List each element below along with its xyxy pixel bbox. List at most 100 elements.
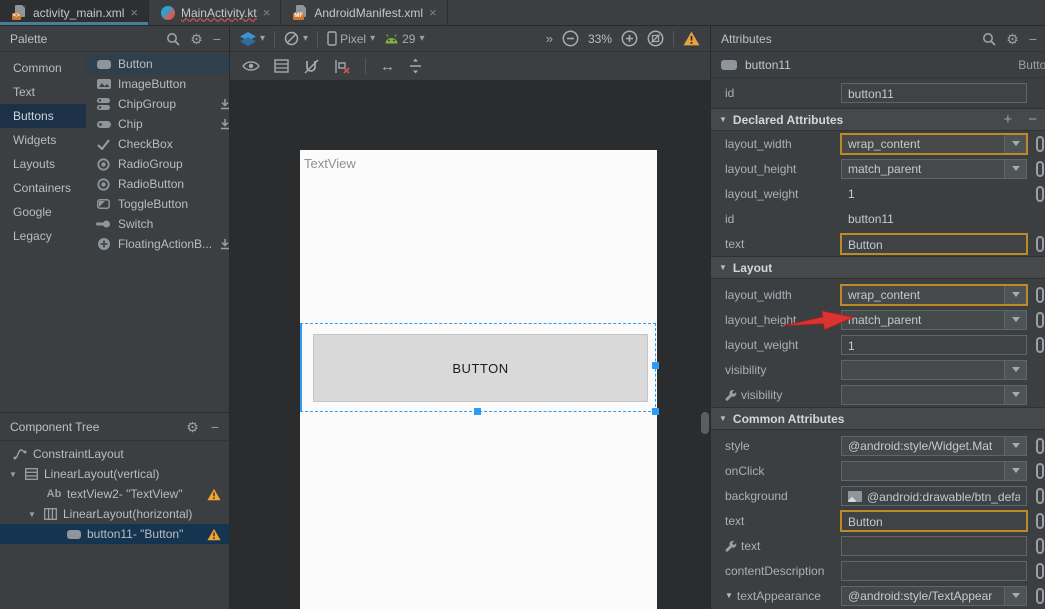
tree-item-linearlayout-vertical[interactable]: ▼ LinearLayout(vertical) <box>0 464 229 484</box>
section-layout[interactable]: ▼ Layout <box>711 256 1045 279</box>
gear-icon[interactable]: ⚙ <box>186 420 199 434</box>
flag-toggle-icon[interactable] <box>1036 287 1044 303</box>
tab-activity-main-xml[interactable]: <> activity_main.xml × <box>0 0 149 25</box>
id-input[interactable]: button11 <box>841 83 1027 103</box>
preview-textview[interactable]: TextView <box>304 156 356 171</box>
section-declared-attributes[interactable]: ▼ Declared Attributes + − <box>711 108 1045 131</box>
flag-toggle-icon[interactable] <box>1036 136 1044 152</box>
expand-arrow-icon[interactable]: ▼ <box>8 470 18 479</box>
add-attribute-icon[interactable]: + <box>1003 111 1012 128</box>
collapse-icon[interactable]: ▼ <box>719 263 727 272</box>
flag-toggle-icon[interactable] <box>1036 588 1044 604</box>
chevron-down-icon[interactable] <box>1004 286 1026 304</box>
pack-distribute-icon[interactable] <box>409 58 422 74</box>
palette-category-text[interactable]: Text <box>0 80 86 104</box>
palette-category-legacy[interactable]: Legacy <box>0 224 86 248</box>
minimize-icon[interactable]: − <box>1029 32 1037 46</box>
text-input[interactable]: Button <box>841 511 1027 531</box>
id-value[interactable]: button11 <box>841 212 894 226</box>
palette-item-radiobutton[interactable]: RadioButton <box>86 174 229 194</box>
preview-button[interactable]: BUTTON <box>313 334 648 402</box>
flag-toggle-icon[interactable] <box>1036 186 1044 202</box>
tools-text-input[interactable] <box>841 536 1027 556</box>
tools-visibility-combo[interactable] <box>841 385 1027 405</box>
search-icon[interactable] <box>982 32 996 46</box>
flag-toggle-icon[interactable] <box>1036 161 1044 177</box>
palette-item-checkbox[interactable]: CheckBox <box>86 134 229 154</box>
background-input[interactable]: @android:drawable/btn_defau <box>841 486 1027 506</box>
palette-category-widgets[interactable]: Widgets <box>0 128 86 152</box>
layout-width-combo[interactable]: wrap_content <box>841 285 1027 305</box>
chevron-down-icon[interactable] <box>1004 437 1026 455</box>
layout-weight-value[interactable]: 1 <box>841 187 855 201</box>
palette-category-buttons[interactable]: Buttons <box>0 104 86 128</box>
orientation-selector[interactable]: ▾ <box>284 31 308 46</box>
tree-item-button11[interactable]: button11- "Button" <box>0 524 229 544</box>
flag-toggle-icon[interactable] <box>1036 513 1044 529</box>
contentdescription-input[interactable] <box>841 561 1027 581</box>
layout-height-combo[interactable]: match_parent <box>841 310 1027 330</box>
search-icon[interactable] <box>166 32 180 46</box>
view-options-eye-icon[interactable] <box>242 60 260 72</box>
close-icon[interactable]: × <box>263 6 271 19</box>
minimize-icon[interactable]: − <box>213 32 221 46</box>
flag-toggle-icon[interactable] <box>1036 488 1044 504</box>
canvas-scrollbar[interactable] <box>701 412 709 434</box>
design-canvas[interactable]: TextView BUTTON <box>230 80 710 609</box>
expand-icon[interactable]: ▼ <box>725 591 733 600</box>
zoom-out-button[interactable] <box>562 30 579 47</box>
device-screen-preview[interactable]: TextView BUTTON <box>300 150 657 609</box>
autoconnect-off-magnet-icon[interactable] <box>303 59 320 74</box>
chevron-down-icon[interactable] <box>1004 160 1026 178</box>
palette-category-containers[interactable]: Containers <box>0 176 86 200</box>
tree-item-textview2[interactable]: Ab textView2- "TextView" <box>0 484 229 504</box>
palette-category-common[interactable]: Common <box>0 56 86 80</box>
gear-icon[interactable]: ⚙ <box>1006 32 1019 46</box>
clear-constraints-icon[interactable] <box>334 59 351 74</box>
layout-height-combo[interactable]: match_parent <box>841 159 1027 179</box>
tab-mainactivity-kt[interactable]: MainActivity.kt × <box>149 0 281 25</box>
palette-item-chip[interactable]: Chip <box>86 114 229 134</box>
tree-item-linearlayout-horizontal[interactable]: ▼ LinearLayout(horizontal) <box>0 504 229 524</box>
chevron-down-icon[interactable] <box>1004 462 1026 480</box>
chevron-down-icon[interactable] <box>1004 311 1026 329</box>
palette-category-layouts[interactable]: Layouts <box>0 152 86 176</box>
resize-handle-right[interactable] <box>652 362 659 369</box>
layout-weight-input[interactable]: 1 <box>841 335 1027 355</box>
flag-toggle-icon[interactable] <box>1036 538 1044 554</box>
flag-toggle-icon[interactable] <box>1036 463 1044 479</box>
palette-item-radiogroup[interactable]: RadioGroup <box>86 154 229 174</box>
warnings-button-icon[interactable] <box>683 31 700 46</box>
close-icon[interactable]: × <box>429 6 437 19</box>
infer-constraints-h-icon[interactable]: ↔ <box>380 58 395 75</box>
flag-toggle-icon[interactable] <box>1036 337 1044 353</box>
palette-item-floatingactionbutton[interactable]: FloatingActionB... <box>86 234 229 254</box>
palette-item-button[interactable]: Button <box>86 54 229 74</box>
api-selector[interactable]: 29 ▾ <box>384 32 424 46</box>
resize-handle-corner[interactable] <box>652 408 659 415</box>
collapse-icon[interactable]: ▼ <box>719 414 727 423</box>
palette-category-google[interactable]: Google <box>0 200 86 224</box>
flag-toggle-icon[interactable] <box>1036 236 1044 252</box>
zoom-to-fit-button[interactable] <box>647 30 664 47</box>
chevron-down-icon[interactable] <box>1004 587 1026 605</box>
flag-toggle-icon[interactable] <box>1036 312 1044 328</box>
collapse-icon[interactable]: ▼ <box>719 115 727 124</box>
toolbar-overflow-chevrons[interactable]: » <box>546 31 553 46</box>
onclick-combo[interactable] <box>841 461 1027 481</box>
gear-icon[interactable]: ⚙ <box>190 32 203 46</box>
style-combo[interactable]: @android:style/Widget.Mat <box>841 436 1027 456</box>
flag-toggle-icon[interactable] <box>1036 563 1044 579</box>
section-common-attributes[interactable]: ▼ Common Attributes <box>711 407 1045 430</box>
remove-attribute-icon[interactable]: − <box>1028 111 1037 128</box>
design-mode-selector[interactable]: ▾ <box>240 32 265 46</box>
textappearance-combo[interactable]: @android:style/TextAppear <box>841 586 1027 606</box>
tab-androidmanifest-xml[interactable]: MF AndroidManifest.xml × <box>281 0 447 25</box>
flag-toggle-icon[interactable] <box>1036 438 1044 454</box>
expand-arrow-icon[interactable]: ▼ <box>27 510 37 519</box>
palette-item-imagebutton[interactable]: ImageButton <box>86 74 229 94</box>
tree-item-constraintlayout[interactable]: ConstraintLayout <box>0 444 229 464</box>
layout-width-combo[interactable]: wrap_content <box>841 134 1027 154</box>
chevron-down-icon[interactable] <box>1004 361 1026 379</box>
chevron-down-icon[interactable] <box>1004 135 1026 153</box>
